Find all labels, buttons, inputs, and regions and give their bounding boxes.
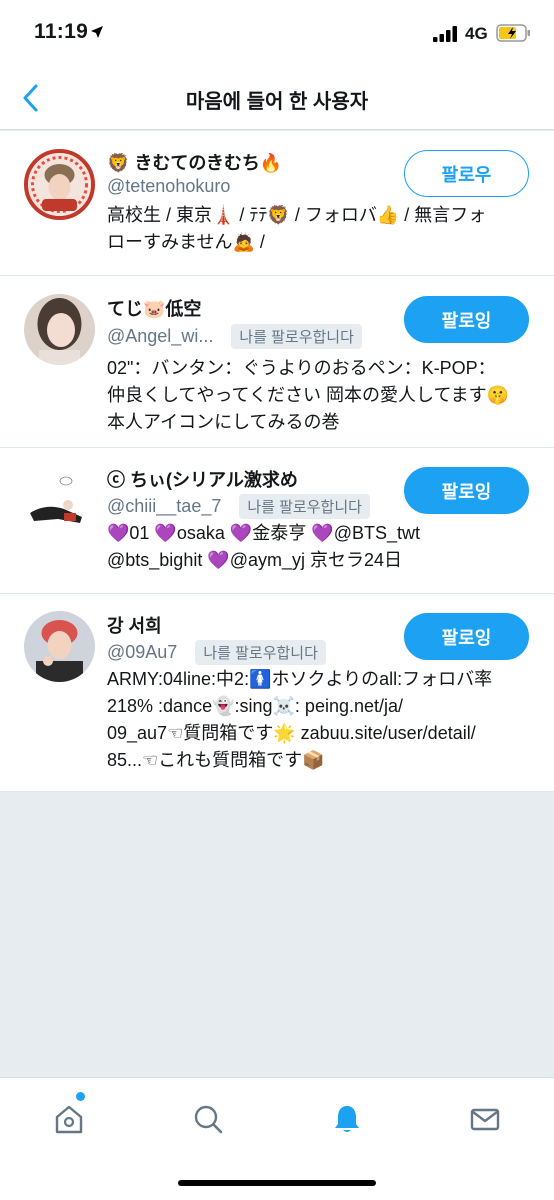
user-bio: ARMY:04line:中2:🚺ホソクよりのall:フォロバ率 218% :da…: [107, 666, 527, 774]
handle-line: @Angel_wi... 나를 팔로우합니다: [107, 324, 362, 349]
bio-line: 高校生 / 東京🗼 / ﾃﾃ🦁 / フォロバ👍 / 無言フォ: [107, 205, 487, 225]
user-handle: @Angel_wi...: [107, 326, 214, 346]
avatar-image: [24, 294, 95, 365]
avatar[interactable]: [24, 465, 95, 536]
following-button[interactable]: 팔로잉: [404, 613, 529, 660]
avatar-image: [24, 611, 95, 682]
bio-line: 💜01 💜osaka 💜金泰亨 💜@BTS_twt: [107, 523, 420, 543]
tab-notifications[interactable]: [322, 1094, 372, 1144]
follow-button[interactable]: 팔로우: [404, 150, 529, 197]
home-icon: [55, 1105, 83, 1134]
user-row[interactable]: 🦁 きむてのきむち🔥 @tetenohokuro 高校生 / 東京🗼 / ﾃﾃ🦁…: [0, 131, 554, 276]
messages-icon: [470, 1108, 500, 1131]
search-icon: [194, 1105, 223, 1134]
user-bio: 02"：バンタン：ぐうよりのおるペン：K-POP： 仲良くしてやってください 岡…: [107, 355, 527, 436]
signal-icon: [433, 26, 457, 42]
user-handle: @tetenohokuro: [107, 176, 231, 196]
handle-line: @chiii__tae_7 나를 팔로우합니다: [107, 494, 370, 519]
avatar[interactable]: [24, 149, 95, 220]
user-bio: 💜01 💜osaka 💜金泰亨 💜@BTS_twt @bts_bighit 💜@…: [107, 520, 527, 574]
user-name: てじ🐷低空: [107, 299, 202, 319]
handle-line: @tetenohokuro: [107, 176, 230, 197]
bio-line: 218% :dance👻:sing☠️: peing.net/ja/: [107, 696, 404, 716]
follows-you-badge: 나를 팔로우합니다: [195, 640, 326, 665]
avatar-image: [28, 153, 91, 216]
tab-search[interactable]: [183, 1094, 233, 1144]
home-indicator: [178, 1180, 376, 1186]
bio-line: 85...☜これも質問箱です📦: [107, 750, 325, 770]
avatar-image: [24, 465, 95, 536]
bio-line: 仲良くしてやってください 岡本の愛人してます🤫: [107, 385, 509, 405]
home-badge-dot: [76, 1092, 85, 1101]
status-time: 11:19: [34, 20, 89, 43]
bio-line: @bts_bighit 💜@aym_yj 京セラ24日: [107, 550, 403, 570]
avatar[interactable]: [24, 294, 95, 365]
following-button[interactable]: 팔로잉: [404, 467, 529, 514]
bio-line: ARMY:04line:中2:🚺ホソクよりのall:フォロバ率: [107, 669, 493, 689]
bio-line: 本人アイコンにしてみるの巻: [107, 412, 340, 432]
user-row[interactable]: ⓒ ちぃ(シリアル激求め @chiii__tae_7 나를 팔로우합니다 💜01…: [0, 448, 554, 594]
user-list: 🦁 きむてのきむち🔥 @tetenohokuro 高校生 / 東京🗼 / ﾃﾃ🦁…: [0, 131, 554, 792]
network-label: 4G: [465, 24, 488, 43]
bio-line: 09_au7☜質問箱です🌟 zabuu.site/user/detail/: [107, 723, 476, 743]
bio-line: 02"：バンタン：ぐうよりのおるペン：K-POP：: [107, 358, 496, 378]
user-bio: 高校生 / 東京🗼 / ﾃﾃ🦁 / フォロバ👍 / 無言フォ ローすみません🙇 …: [107, 202, 527, 256]
bio-line: ローすみません🙇 /: [107, 232, 265, 252]
page-title: 마음에 들어 한 사용자: [185, 91, 369, 113]
status-bar: 11:19 4G: [0, 0, 554, 66]
user-handle: @chiii__tae_7: [107, 496, 222, 516]
follows-you-badge: 나를 팔로우합니다: [231, 324, 362, 349]
avatar[interactable]: [24, 611, 95, 682]
notifications-icon: [335, 1106, 359, 1132]
tab-messages[interactable]: [460, 1094, 510, 1144]
user-name: 강 서희: [107, 616, 162, 636]
user-row[interactable]: 강 서희 @09Au7 나를 팔로우합니다 ARMY:04line:中2:🚺ホソ…: [0, 594, 554, 792]
handle-line: @09Au7 나를 팔로우합니다: [107, 640, 326, 665]
user-row[interactable]: てじ🐷低空 @Angel_wi... 나를 팔로우합니다 02"：バンタン：ぐう…: [0, 276, 554, 448]
user-name: 🦁 きむてのきむち🔥: [107, 153, 283, 173]
user-name: ⓒ ちぃ(シリアル激求め: [107, 470, 298, 490]
nav-bar: 마음에 들어 한 사용자: [0, 66, 554, 130]
battery-icon: [496, 24, 530, 42]
tab-home[interactable]: [44, 1094, 94, 1144]
following-button[interactable]: 팔로잉: [404, 296, 529, 343]
location-arrow-icon: [91, 26, 103, 38]
user-handle: @09Au7: [107, 642, 178, 662]
follows-you-badge: 나를 팔로우합니다: [239, 494, 370, 519]
